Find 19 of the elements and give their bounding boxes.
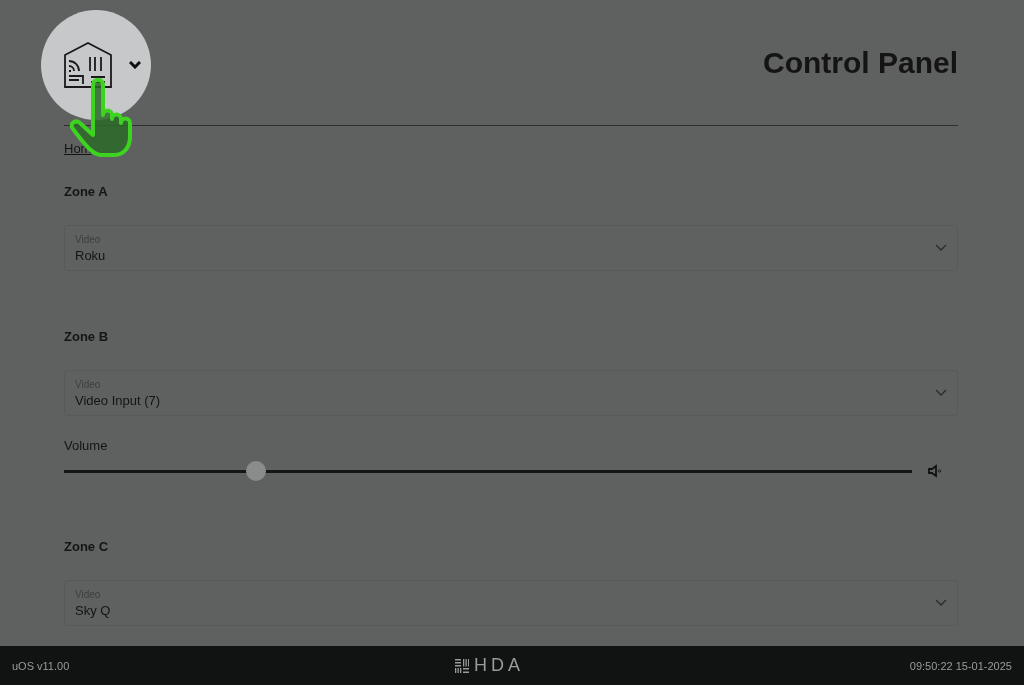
os-version: uOS v11.00 — [12, 659, 70, 672]
select-value: Video Input (7) — [75, 392, 161, 408]
speaker-icon[interactable] — [928, 464, 942, 478]
brand-logo-icon — [455, 658, 470, 673]
zone-heading: Zone A — [64, 184, 109, 199]
zone-heading: Zone B — [64, 329, 110, 344]
select-value: Roku — [75, 247, 106, 263]
zone-heading: Zone C — [64, 539, 110, 554]
volume-label: Volume — [64, 438, 109, 453]
page-title: Control Panel — [763, 45, 958, 80]
date-time: 09:50:22 15-01-2025 — [909, 659, 1012, 672]
chevron-down-icon — [935, 599, 947, 607]
slider-thumb[interactable] — [245, 461, 266, 481]
chevron-down-icon — [129, 61, 141, 69]
brand-name: HDA — [474, 655, 525, 676]
select-value: Sky Q — [75, 602, 111, 618]
house-logo-icon — [63, 41, 113, 89]
chevron-down-icon — [935, 244, 947, 252]
chevron-down-icon — [935, 389, 947, 397]
